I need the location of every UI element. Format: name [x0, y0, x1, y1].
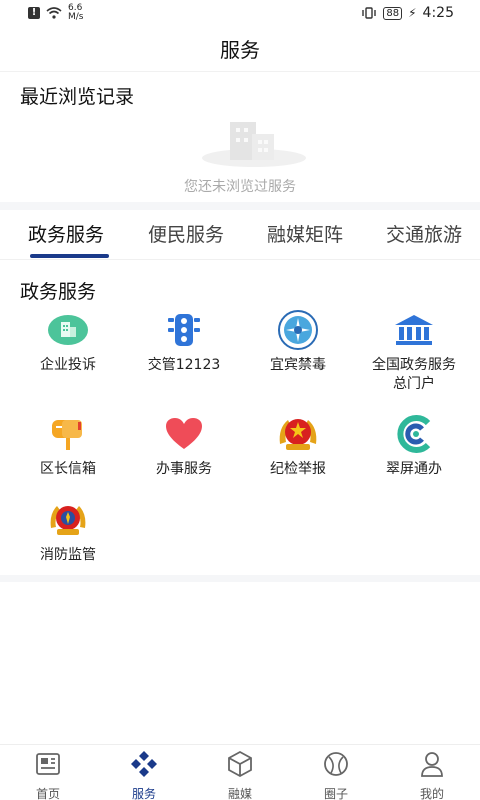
tab-convenience-services[interactable]: 便民服务 [148, 220, 224, 247]
circle-icon [324, 752, 348, 776]
service-mayor-mailbox[interactable]: 区长信箱 [8, 414, 128, 479]
mailbox-icon [52, 420, 82, 450]
service-affairs-handling[interactable]: 办事服务 [124, 414, 244, 479]
charging-icon: ⚡ [408, 6, 417, 20]
cube-icon [228, 750, 252, 778]
service-traffic-12123[interactable]: 交管12123 [124, 310, 244, 375]
section-divider [0, 575, 480, 582]
user-icon [421, 752, 443, 777]
newspaper-icon [36, 753, 60, 775]
network-speed: 6.6 M/s [68, 3, 84, 22]
category-tabs: 政务服务 便民服务 融媒矩阵 交通旅游 [0, 210, 480, 260]
clock: 4:25 [422, 5, 454, 21]
nav-profile[interactable]: 我的 [384, 749, 480, 800]
status-bar: ! 6.6 M/s 88 ⚡ 4:25 [0, 0, 480, 28]
service-discipline-report[interactable]: 纪检举报 [238, 414, 358, 479]
tab-government-services[interactable]: 政务服务 [28, 220, 104, 247]
service-enterprise-complaint[interactable]: 企业投诉 [8, 310, 128, 375]
fire-badge-icon [50, 506, 86, 535]
service-label: 全国政务服务总门户 [372, 357, 456, 392]
service-national-gov-portal[interactable]: 全国政务服务总门户 [354, 310, 474, 394]
government-building-icon [395, 315, 433, 345]
section-divider [0, 202, 480, 210]
service-label: 宜宾禁毒 [270, 357, 326, 373]
anti-drug-emblem-icon [278, 310, 318, 350]
empty-message: 您还未浏览过服务 [184, 179, 296, 195]
service-label: 消防监管 [40, 547, 96, 563]
service-label: 交管12123 [147, 357, 221, 373]
service-label: 办事服务 [156, 461, 212, 477]
tab-transport-tourism[interactable]: 交通旅游 [386, 220, 462, 247]
notification-icon: ! [28, 7, 40, 19]
heart-icon [166, 418, 202, 449]
service-yibin-anti-drug[interactable]: 宜宾禁毒 [238, 310, 358, 375]
recent-section: 最近浏览记录 您还未浏览过服务 [0, 72, 480, 202]
wifi-icon [46, 7, 62, 19]
nav-media[interactable]: 融媒 [192, 749, 288, 800]
vibrate-icon [362, 7, 377, 19]
national-emblem-icon [279, 419, 317, 450]
service-fire-supervision[interactable]: 消防监管 [8, 500, 128, 565]
battery-indicator: 88 [383, 6, 403, 20]
recent-title: 最近浏览记录 [20, 86, 135, 108]
diamond-grid-icon [131, 751, 157, 777]
service-cuiping-tongban[interactable]: 翠屏通办 [354, 414, 474, 479]
service-label: 纪检举报 [270, 461, 326, 477]
nav-services[interactable]: 服务 [96, 749, 192, 800]
nav-circle[interactable]: 圈子 [288, 749, 384, 800]
active-tab-indicator [30, 254, 109, 258]
services-title: 政务服务 [20, 281, 97, 303]
service-label: 区长信箱 [40, 461, 96, 477]
building-icon [48, 315, 88, 345]
page-title: 服务 [0, 28, 480, 72]
traffic-light-icon [168, 314, 200, 346]
bottom-navigation: 首页 服务 融媒 圈子 我的 [0, 744, 480, 800]
service-label: 企业投诉 [40, 357, 96, 373]
nav-home[interactable]: 首页 [0, 749, 96, 800]
cuiping-logo-icon [397, 415, 431, 453]
service-label: 翠屏通办 [386, 461, 442, 477]
tab-media-matrix[interactable]: 融媒矩阵 [267, 220, 343, 247]
